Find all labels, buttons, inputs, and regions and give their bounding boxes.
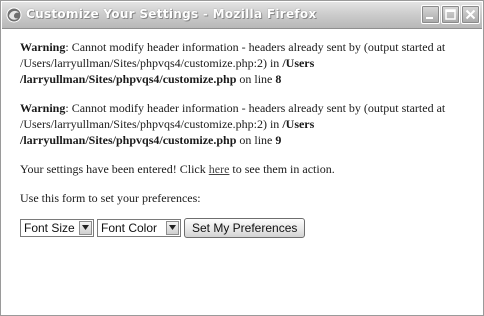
close-icon [465, 9, 476, 20]
page-content: Warning: Cannot modify header informatio… [20, 39, 475, 239]
window-controls [420, 5, 480, 25]
warning-line-number: 9 [275, 133, 282, 147]
warning-label: Warning [20, 40, 66, 54]
form-instructions: Use this form to set your preferences: [20, 191, 201, 205]
warning-on-line: on line [236, 133, 276, 147]
confirmation-text-before: Your settings have been entered! Click [20, 162, 209, 176]
maximize-button[interactable] [441, 5, 460, 24]
here-link[interactable]: here [209, 162, 230, 176]
maximize-icon [445, 9, 456, 20]
php-warning-1: Warning: Cannot modify header informatio… [20, 39, 475, 87]
warning-line-number: 8 [275, 72, 282, 86]
font-color-select[interactable]: Font Color [97, 219, 181, 237]
chevron-down-icon [169, 225, 176, 230]
php-warning-2: Warning: Cannot modify header informatio… [20, 100, 475, 148]
chevron-down-icon [82, 225, 89, 230]
confirmation-text-after: to see them in action. [229, 162, 335, 176]
warning-message: : Cannot modify header information - hea… [20, 101, 446, 131]
confirmation-message: Your settings have been entered! Click h… [20, 161, 475, 177]
warning-label: Warning [20, 101, 66, 115]
close-button[interactable] [461, 5, 480, 24]
warning-on-line: on line [236, 72, 276, 86]
minimize-icon [426, 17, 433, 19]
font-color-dropdown-button[interactable] [166, 221, 179, 235]
minimize-button[interactable] [421, 5, 440, 24]
font-color-selected: Font Color [101, 221, 158, 235]
browser-window: Customize Your Settings - Mozilla Firefo… [0, 0, 484, 316]
font-size-select[interactable]: Font Size [20, 219, 94, 237]
font-size-selected: Font Size [24, 221, 75, 235]
set-preferences-button[interactable]: Set My Preferences [184, 218, 306, 238]
warning-message: : Cannot modify header information - hea… [20, 40, 446, 70]
preferences-form: Font Size Font Color Set My Preferences [20, 218, 475, 239]
window-title: Customize Your Settings - Mozilla Firefo… [26, 7, 317, 21]
title-bar[interactable]: Customize Your Settings - Mozilla Firefo… [2, 2, 482, 29]
firefox-icon [6, 7, 22, 23]
font-size-dropdown-button[interactable] [79, 221, 92, 235]
